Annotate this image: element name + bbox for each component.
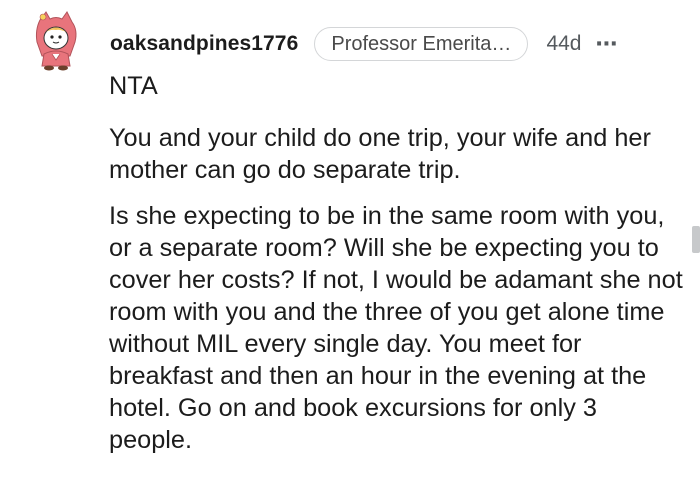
comment: oaksandpines1776 Professor Emerita… 44d … [0, 0, 700, 481]
comment-age[interactable]: 44d [546, 32, 581, 56]
comment-body: NTA You and your child do one trip, your… [109, 70, 684, 470]
user-flair: Professor Emerita… [314, 27, 529, 61]
scrollbar-thumb[interactable] [692, 226, 700, 253]
username-link[interactable]: oaksandpines1776 [110, 32, 298, 56]
comment-paragraph: You and your child do one trip, your wif… [109, 124, 651, 184]
comment-paragraph: NTA [109, 72, 158, 100]
snoo-avatar-icon [35, 11, 77, 71]
user-avatar[interactable] [30, 10, 82, 72]
comment-paragraph: Is she expecting to be in the same room … [109, 202, 683, 454]
more-options-icon[interactable]: ⋯ [595, 31, 618, 57]
comment-header: oaksandpines1776 Professor Emerita… 44d … [110, 26, 618, 62]
